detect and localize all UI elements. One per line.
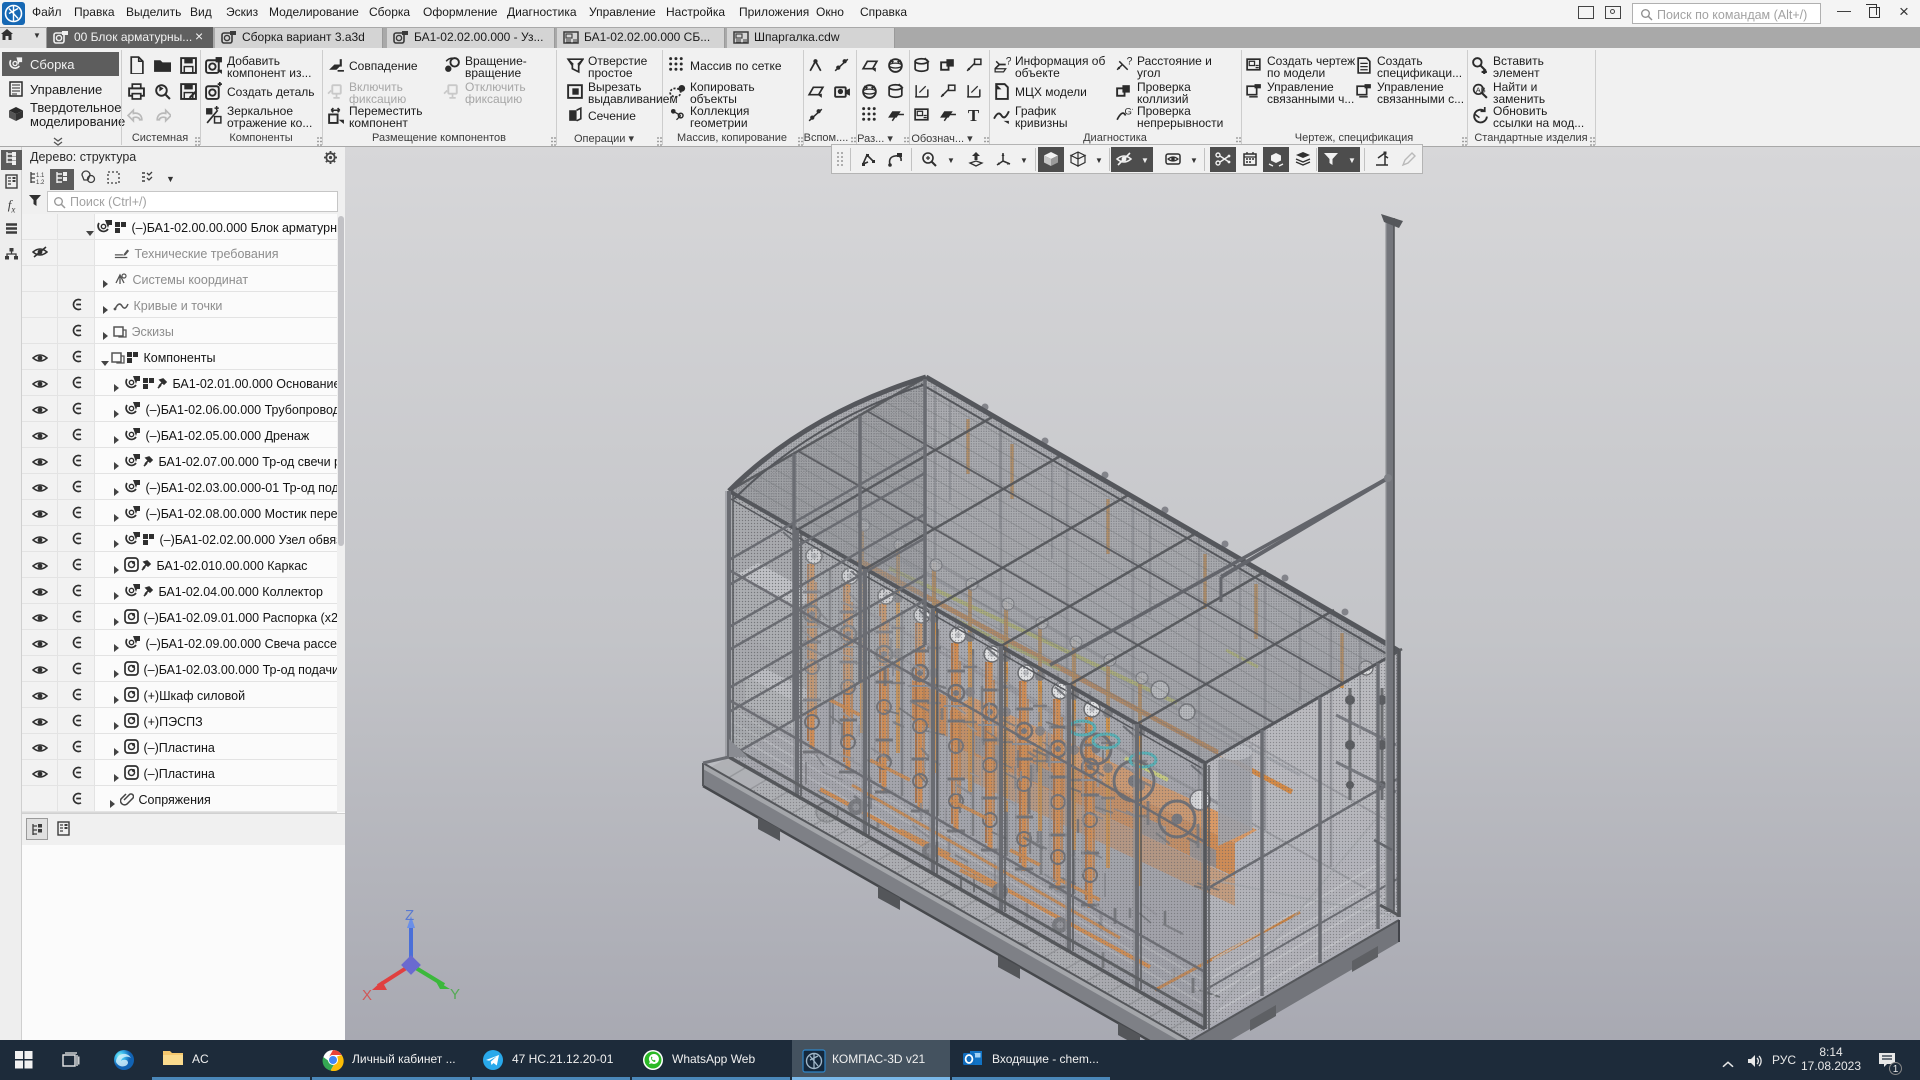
svg-text:1.1: 1.1 (36, 173, 44, 179)
svg-text:1.2: 1.2 (36, 180, 44, 185)
svg-text:G?: G? (1125, 106, 1133, 117)
svg-text:X: X (362, 987, 372, 1004)
svg-text:Z: Z (405, 907, 414, 924)
svg-text:T: T (968, 106, 980, 124)
svg-text:?: ? (1127, 56, 1133, 67)
svg-text:?: ? (1006, 56, 1011, 67)
svg-text:AB: AB (1476, 86, 1486, 95)
svg-text:Y: Y (450, 986, 460, 1003)
